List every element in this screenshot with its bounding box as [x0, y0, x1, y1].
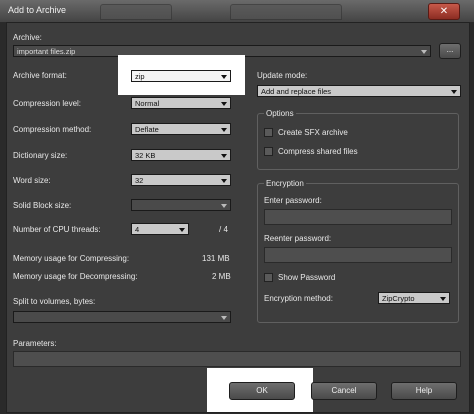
compression-level-value: Normal [135, 99, 160, 108]
chevron-down-icon [451, 90, 457, 94]
reenter-password-label: Reenter password: [264, 234, 332, 243]
chevron-down-icon [221, 316, 227, 320]
chevron-down-icon [221, 204, 227, 208]
word-size-label: Word size: [13, 176, 51, 185]
title-bar: Add to Archive ✕ [0, 0, 474, 22]
archive-format-select[interactable]: zip [131, 70, 231, 82]
compression-level-label: Compression level: [13, 99, 82, 108]
word-size-value: 32 [135, 176, 144, 185]
close-button[interactable]: ✕ [428, 3, 460, 20]
archive-format-value: zip [135, 72, 145, 81]
encryption-method-select[interactable]: ZipCrypto [378, 292, 450, 304]
window-title: Add to Archive [8, 5, 67, 15]
dictionary-size-value: 32 KB [135, 151, 156, 160]
create-sfx-label: Create SFX archive [278, 128, 348, 137]
compression-method-label: Compression method: [13, 125, 92, 134]
chevron-down-icon [221, 154, 227, 158]
create-sfx-checkbox[interactable] [264, 128, 273, 137]
dictionary-size-label: Dictionary size: [13, 151, 68, 160]
options-title: Options [264, 109, 296, 118]
solid-block-select[interactable] [131, 199, 231, 211]
enter-password-input[interactable] [264, 209, 452, 225]
archive-format-label: Archive format: [13, 71, 67, 80]
chevron-down-icon [221, 179, 227, 183]
chevron-down-icon [221, 102, 227, 106]
cancel-button[interactable]: Cancel [311, 382, 377, 400]
cpu-threads-max: / 4 [219, 225, 228, 234]
cpu-threads-label: Number of CPU threads: [13, 225, 101, 234]
mem-compress-label: Memory usage for Compressing: [13, 254, 130, 263]
compression-method-select[interactable]: Deflate [131, 123, 231, 135]
archive-label: Archive: [13, 33, 42, 42]
compression-method-value: Deflate [135, 125, 159, 134]
reenter-password-input[interactable] [264, 247, 452, 263]
options-group: Options Create SFX archive Compress shar… [257, 109, 459, 170]
ok-button[interactable]: OK [229, 382, 295, 400]
word-size-select[interactable]: 32 [131, 174, 231, 186]
help-button[interactable]: Help [391, 382, 457, 400]
encryption-method-label: Encryption method: [264, 294, 333, 303]
background-tab [230, 4, 342, 20]
compression-level-select[interactable]: Normal [131, 97, 231, 109]
show-password-label: Show Password [278, 273, 336, 282]
parameters-input[interactable] [13, 351, 461, 367]
compress-shared-label: Compress shared files [278, 147, 358, 156]
mem-decompress-label: Memory usage for Decompressing: [13, 272, 138, 281]
add-to-archive-dialog: Archive: important files.zip ... Archive… [6, 22, 470, 413]
enter-password-label: Enter password: [264, 196, 322, 205]
parameters-label: Parameters: [13, 339, 57, 348]
chevron-down-icon [440, 297, 446, 301]
cpu-threads-value: 4 [135, 225, 140, 234]
encryption-method-value: ZipCrypto [382, 294, 415, 303]
chevron-down-icon [421, 50, 427, 54]
compress-shared-checkbox[interactable] [264, 147, 273, 156]
cpu-threads-select[interactable]: 4 [131, 223, 189, 235]
split-volumes-label: Split to volumes, bytes: [13, 297, 96, 306]
encryption-group: Encryption Enter password: Reenter passw… [257, 179, 459, 323]
chevron-down-icon [221, 128, 227, 132]
update-mode-label: Update mode: [257, 71, 308, 80]
solid-block-label: Solid Block size: [13, 201, 72, 210]
dictionary-size-select[interactable]: 32 KB [131, 149, 231, 161]
show-password-checkbox[interactable] [264, 273, 273, 282]
mem-compress-value: 131 MB [202, 254, 230, 263]
chevron-down-icon [221, 75, 227, 79]
chevron-down-icon [179, 228, 185, 232]
browse-button[interactable]: ... [439, 43, 461, 59]
background-tab [100, 4, 172, 20]
archive-path-value: important files.zip [17, 47, 76, 56]
encryption-title: Encryption [264, 179, 306, 188]
split-volumes-combo[interactable] [13, 311, 231, 323]
update-mode-select[interactable]: Add and replace files [257, 85, 461, 97]
update-mode-value: Add and replace files [261, 87, 332, 96]
mem-decompress-value: 2 MB [212, 272, 231, 281]
